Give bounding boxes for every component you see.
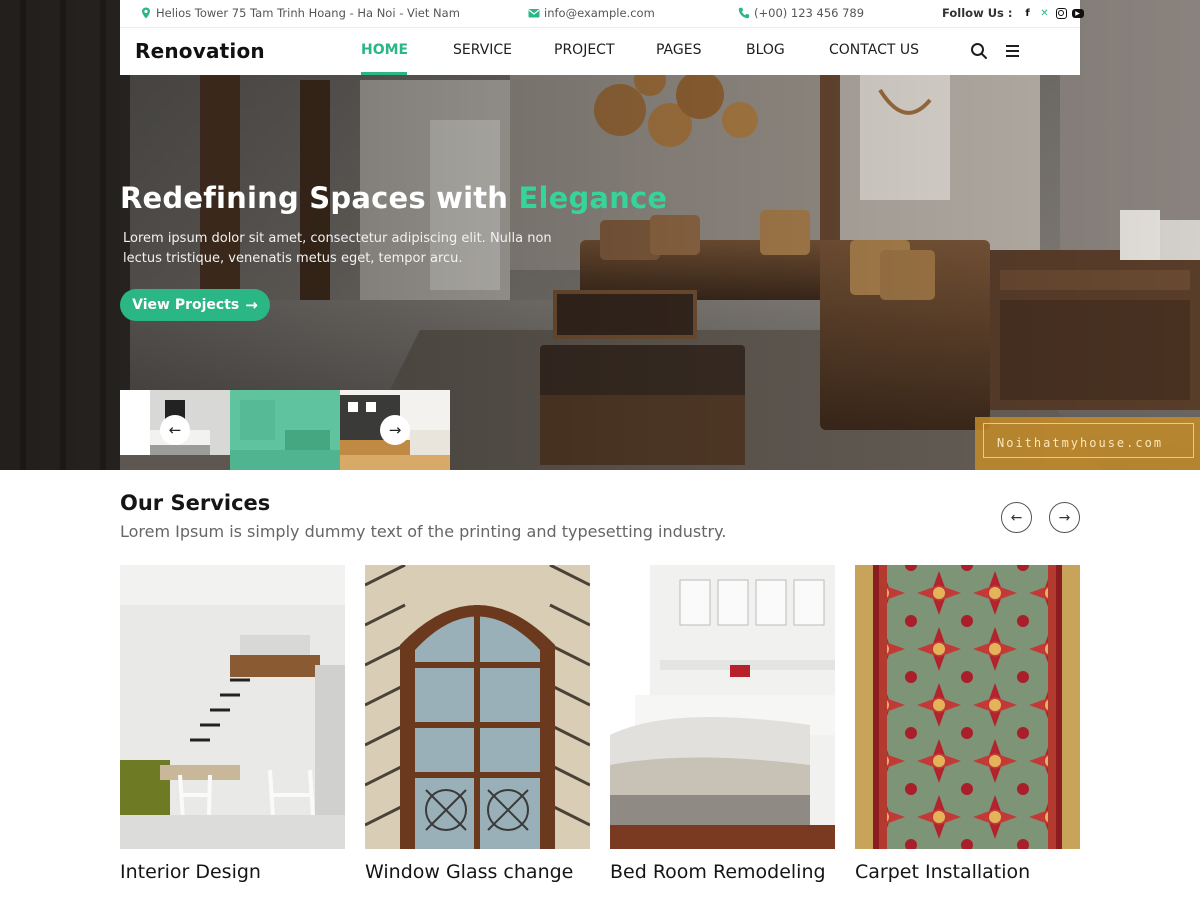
service-image <box>120 565 345 849</box>
hero-prev-arrow[interactable]: ← <box>160 415 190 445</box>
service-card-bedroom[interactable]: Bed Room Remodeling <box>610 565 835 890</box>
arrow-right-icon: → <box>1058 509 1071 526</box>
nav-item-service[interactable]: SERVICE <box>453 42 512 58</box>
hero-description: Lorem ipsum dolor sit amet, consectetur … <box>123 231 552 266</box>
service-card-interior-design[interactable]: Interior Design <box>120 565 345 890</box>
services-next-button[interactable]: → <box>1049 502 1080 533</box>
arrow-left-icon: ← <box>1010 509 1023 526</box>
email-info[interactable]: info@example.com <box>528 6 655 20</box>
interior-design-image <box>120 565 345 849</box>
phone-info[interactable]: (+00) 123 456 789 <box>738 6 864 20</box>
window-glass-image <box>365 565 590 849</box>
nav-item-project[interactable]: PROJECT <box>554 42 615 58</box>
nav-item-blog[interactable]: BLOG <box>746 42 785 58</box>
main-navbar: Renovation HOME SERVICE PROJECT PAGES BL… <box>120 27 1080 75</box>
arrow-right-icon: → <box>245 296 258 314</box>
address-text: Helios Tower 75 Tam Trinh Hoang - Ha Noi… <box>156 6 460 20</box>
service-image <box>610 565 835 849</box>
view-projects-button[interactable]: View Projects → <box>120 289 270 321</box>
service-card-carpet[interactable]: Carpet Installation <box>855 565 1080 890</box>
thumbnail-active-tint <box>230 390 340 470</box>
service-name[interactable]: Bed Room Remodeling <box>610 861 826 883</box>
service-image <box>365 565 590 849</box>
watermark-text: Noithatmyhouse.com <box>997 436 1164 450</box>
service-name[interactable]: Carpet Installation <box>855 861 1030 883</box>
arrow-left-icon: ← <box>168 421 182 439</box>
nav-item-pages[interactable]: PAGES <box>656 42 701 58</box>
service-image <box>855 565 1080 849</box>
nav-item-contact-us[interactable]: CONTACT US <box>829 42 919 58</box>
bedroom-remodeling-image <box>610 565 835 849</box>
top-info-bar: Helios Tower 75 Tam Trinh Hoang - Ha Noi… <box>120 0 1084 27</box>
location-pin-icon <box>142 7 150 19</box>
watermark-badge: Noithatmyhouse.com <box>975 417 1200 470</box>
view-projects-label: View Projects <box>132 297 240 313</box>
nav-active-indicator <box>361 72 407 75</box>
facebook-icon[interactable]: f <box>1022 7 1034 19</box>
youtube-icon[interactable]: ▶ <box>1071 8 1084 18</box>
services-subtitle: Lorem Ipsum is simply dummy text of the … <box>120 522 727 541</box>
social-links: Follow Us : f ✕ ▶ <box>942 6 1084 20</box>
service-name[interactable]: Interior Design <box>120 861 261 883</box>
email-icon <box>528 9 540 18</box>
instagram-icon[interactable] <box>1055 7 1067 19</box>
phone-text[interactable]: (+00) 123 456 789 <box>754 6 864 20</box>
menu-icon[interactable] <box>1004 43 1022 59</box>
nav-item-home[interactable]: HOME <box>361 42 408 58</box>
email-text[interactable]: info@example.com <box>544 6 655 20</box>
hero-next-arrow[interactable]: → <box>380 415 410 445</box>
hero-title-main: Redefining Spaces with <box>120 181 509 215</box>
carpet-installation-image <box>855 565 1080 849</box>
phone-icon <box>738 7 750 19</box>
services-title: Our Services <box>120 491 271 515</box>
follow-label: Follow Us : <box>942 6 1013 20</box>
hero-title: Redefining Spaces with Elegance <box>120 181 667 215</box>
hero-thumbnail-living[interactable] <box>230 390 340 470</box>
address-info: Helios Tower 75 Tam Trinh Hoang - Ha Noi… <box>140 6 460 20</box>
services-prev-button[interactable]: ← <box>1001 502 1032 533</box>
search-icon[interactable] <box>970 42 988 60</box>
arrow-right-icon: → <box>388 421 402 439</box>
brand-logo[interactable]: Renovation <box>135 39 265 63</box>
hero-title-accent: Elegance <box>518 181 668 215</box>
service-card-window-glass[interactable]: Window Glass change <box>365 565 590 890</box>
service-name[interactable]: Window Glass change <box>365 861 573 883</box>
x-icon[interactable]: ✕ <box>1039 7 1051 19</box>
